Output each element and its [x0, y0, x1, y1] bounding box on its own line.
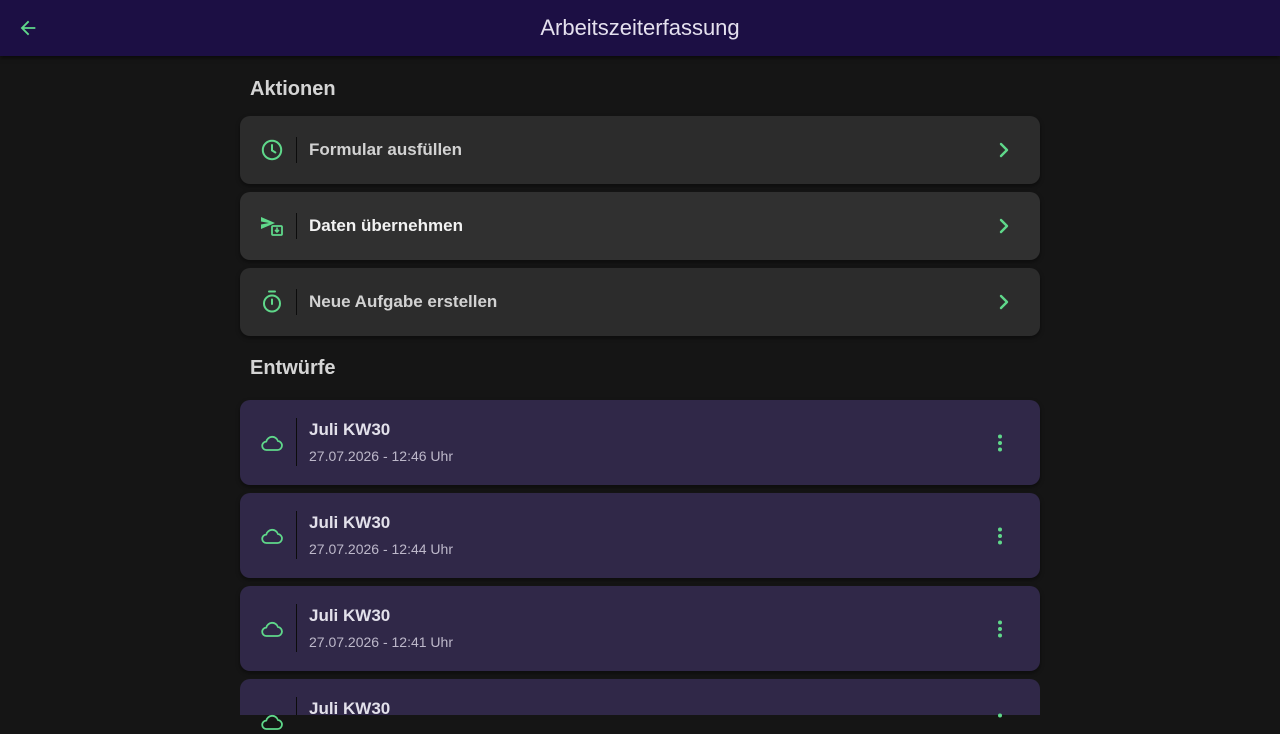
divider	[296, 289, 297, 315]
chevron-right-icon	[999, 294, 1009, 310]
more-vertical-icon[interactable]	[988, 431, 1012, 455]
cloud-icon	[261, 435, 283, 451]
draft-item[interactable]: Juli KW30 27.07.2026 - 12:46 Uhr	[240, 400, 1040, 485]
action-new-task[interactable]: Neue Aufgabe erstellen	[240, 268, 1040, 336]
divider	[296, 213, 297, 239]
action-import-data[interactable]: Daten übernehmen	[240, 192, 1040, 260]
draft-item[interactable]: Juli KW30 27.07.2026 - 12:41 Uhr	[240, 586, 1040, 671]
section-title-drafts: Entwürfe	[250, 357, 336, 379]
divider	[296, 418, 297, 466]
draft-timestamp: 27.07.2026 - 12:44 Uhr	[309, 541, 453, 557]
draft-item[interactable]: Juli KW30 27.07.2026 - 12:44 Uhr	[240, 493, 1040, 578]
draft-title: Juli KW30	[309, 513, 391, 532]
section-title-actions: Aktionen	[250, 78, 336, 100]
clock-icon	[261, 139, 283, 161]
divider	[296, 697, 297, 715]
action-label: Formular ausfüllen	[309, 140, 463, 159]
cloud-icon	[261, 528, 283, 544]
divider	[296, 137, 297, 163]
divider	[296, 604, 297, 652]
draft-title: Juli KW30	[309, 606, 391, 625]
action-fill-form[interactable]: Formular ausfüllen	[240, 116, 1040, 184]
draft-timestamp: 27.07.2026 - 12:41 Uhr	[309, 634, 453, 650]
more-vertical-icon[interactable]	[988, 710, 1012, 734]
page-title: Arbeitszeiterfassung	[540, 15, 740, 40]
draft-timestamp: 27.07.2026 - 12:46 Uhr	[309, 448, 453, 464]
more-vertical-icon[interactable]	[988, 524, 1012, 548]
import-data-icon	[261, 217, 283, 236]
draft-item[interactable]: Juli KW30	[240, 679, 1040, 730]
stopwatch-icon	[263, 290, 281, 313]
draft-title: Juli KW30	[309, 699, 391, 718]
cloud-icon	[261, 714, 283, 730]
draft-title: Juli KW30	[309, 420, 391, 439]
action-label: Neue Aufgabe erstellen	[309, 292, 498, 311]
divider	[296, 511, 297, 559]
main-content: Aktionen Formular ausfüllen Daten überne…	[240, 56, 1040, 730]
action-label: Daten übernehmen	[309, 216, 463, 235]
chevron-right-icon	[999, 218, 1009, 234]
more-vertical-icon[interactable]	[988, 617, 1012, 641]
chevron-right-icon	[999, 142, 1009, 158]
app-bar: Arbeitszeiterfassung	[0, 0, 1280, 56]
cloud-icon	[261, 621, 283, 637]
